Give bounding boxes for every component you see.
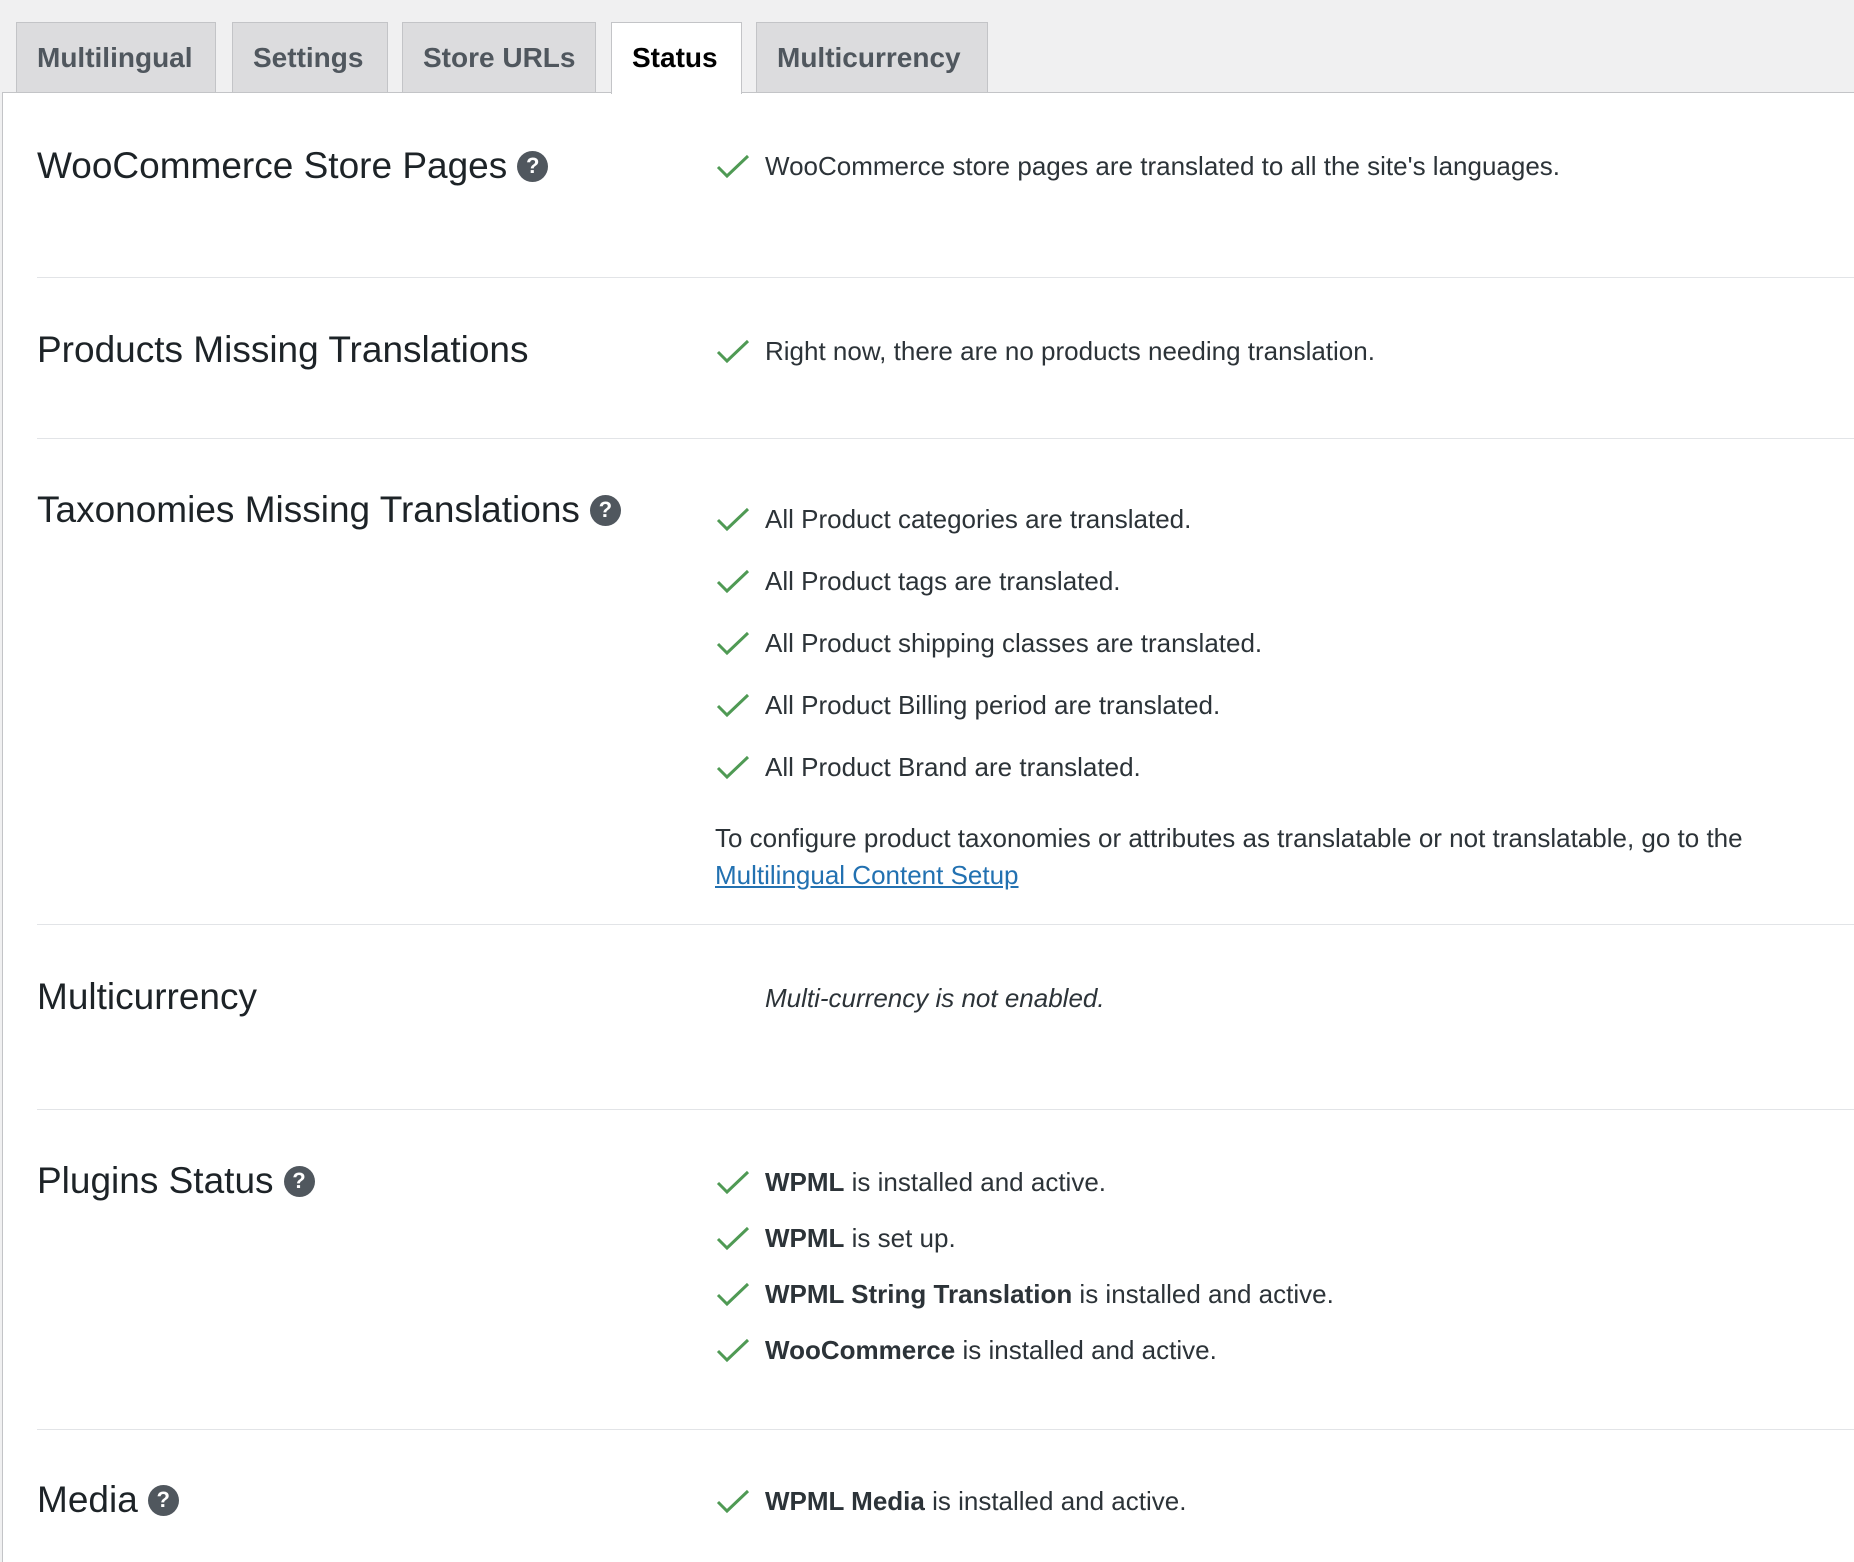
status-text: WPML is installed and active. <box>765 1167 1106 1198</box>
products-title: Products Missing Translations <box>37 329 529 370</box>
plugin-name: WPML <box>765 1167 845 1197</box>
check-icon <box>715 1282 751 1308</box>
multicurrency-status: Multi-currency is not enabled. <box>765 983 1105 1013</box>
tab-multilingual[interactable]: Multilingual <box>16 22 216 92</box>
check-icon <box>715 1226 751 1252</box>
plugin-status: WPML String Translation is installed and… <box>715 1279 1334 1310</box>
taxonomy-status: All Product Billing period are translate… <box>715 690 1220 721</box>
status-text: All Product categories are translated. <box>765 504 1192 534</box>
status-text: WPML Media is installed and active. <box>765 1486 1186 1517</box>
check-icon <box>715 569 751 595</box>
plugins-title: Plugins Status <box>37 1160 274 1201</box>
store-pages-heading: WooCommerce Store Pages ? <box>37 145 549 187</box>
divider <box>37 924 1854 925</box>
plugin-state: is installed and active. <box>924 1486 1187 1516</box>
taxonomy-status: All Product shipping classes are transla… <box>715 628 1262 659</box>
check-icon <box>715 339 751 365</box>
tab-store-urls[interactable]: Store URLs <box>402 22 596 92</box>
taxonomy-status: All Product categories are translated. <box>715 504 1191 535</box>
media-heading: Media ? <box>37 1479 179 1521</box>
status-text: All Product tags are translated. <box>765 566 1121 596</box>
plugin-name: WooCommerce <box>765 1335 956 1365</box>
help-icon[interactable]: ? <box>147 1484 179 1516</box>
store-pages-title: WooCommerce Store Pages <box>37 145 508 186</box>
plugin-status: WooCommerce is installed and active. <box>715 1335 1217 1366</box>
check-icon <box>715 693 751 719</box>
plugin-state: is installed and active. <box>844 1167 1107 1197</box>
help-icon[interactable]: ? <box>517 150 549 182</box>
status-text: All Product Billing period are translate… <box>765 690 1221 720</box>
tab-multicurrency[interactable]: Multicurrency <box>756 22 988 92</box>
plugin-state: is installed and active. <box>1072 1279 1334 1309</box>
check-icon <box>715 154 751 180</box>
check-icon <box>715 631 751 657</box>
divider <box>37 438 1854 439</box>
check-icon <box>715 1170 751 1196</box>
tab-settings[interactable]: Settings <box>232 22 388 92</box>
help-icon[interactable]: ? <box>283 1165 315 1197</box>
check-icon <box>715 1489 751 1515</box>
multilingual-content-setup-link[interactable]: Multilingual Content Setup <box>715 860 1019 890</box>
plugin-name: WPML <box>765 1223 845 1253</box>
media-status: WPML Media is installed and active. <box>715 1486 1186 1517</box>
tab-status[interactable]: Status <box>611 22 742 94</box>
multicurrency-heading: Multicurrency <box>37 976 257 1018</box>
status-text: Right now, there are no products needing… <box>765 336 1375 366</box>
multicurrency-title: Multicurrency <box>37 976 257 1017</box>
plugin-name: WPML Media <box>765 1486 925 1516</box>
products-heading: Products Missing Translations <box>37 329 528 371</box>
help-icon[interactable]: ? <box>589 494 621 526</box>
plugins-heading: Plugins Status ? <box>37 1160 315 1202</box>
check-icon <box>715 755 751 781</box>
store-pages-status: WooCommerce store pages are translated t… <box>715 151 1560 182</box>
taxonomy-status: All Product Brand are translated. <box>715 752 1141 783</box>
divider <box>37 1109 1854 1110</box>
status-text: WPML String Translation is installed and… <box>765 1279 1334 1310</box>
divider <box>37 277 1854 278</box>
check-icon <box>715 507 751 533</box>
status-text: All Product Brand are translated. <box>765 752 1141 782</box>
taxonomies-config-note: To configure product taxonomies or attri… <box>715 820 1743 894</box>
taxonomies-heading: Taxonomies Missing Translations ? <box>37 489 621 531</box>
status-text: All Product shipping classes are transla… <box>765 628 1263 658</box>
plugin-state: is installed and active. <box>955 1335 1217 1365</box>
status-text: WooCommerce store pages are translated t… <box>765 151 1561 181</box>
status-text: WPML is set up. <box>765 1223 956 1254</box>
config-note-text: To configure product taxonomies or attri… <box>715 823 1743 853</box>
plugin-status: WPML is installed and active. <box>715 1167 1106 1198</box>
plugin-status: WPML is set up. <box>715 1223 956 1254</box>
products-status: Right now, there are no products needing… <box>715 336 1375 367</box>
tab-bar: Multilingual Settings Store URLs Status … <box>0 0 1854 94</box>
divider <box>37 1429 1854 1430</box>
status-text: WooCommerce is installed and active. <box>765 1335 1217 1366</box>
plugin-name: WPML String Translation <box>765 1279 1073 1309</box>
taxonomy-status: All Product tags are translated. <box>715 566 1121 597</box>
plugin-state: is set up. <box>844 1223 956 1253</box>
status-panel: WooCommerce Store Pages ? WooCommerce st… <box>2 92 1854 1562</box>
check-icon <box>715 1338 751 1364</box>
media-title: Media <box>37 1479 138 1520</box>
taxonomies-title: Taxonomies Missing Translations <box>37 489 580 530</box>
